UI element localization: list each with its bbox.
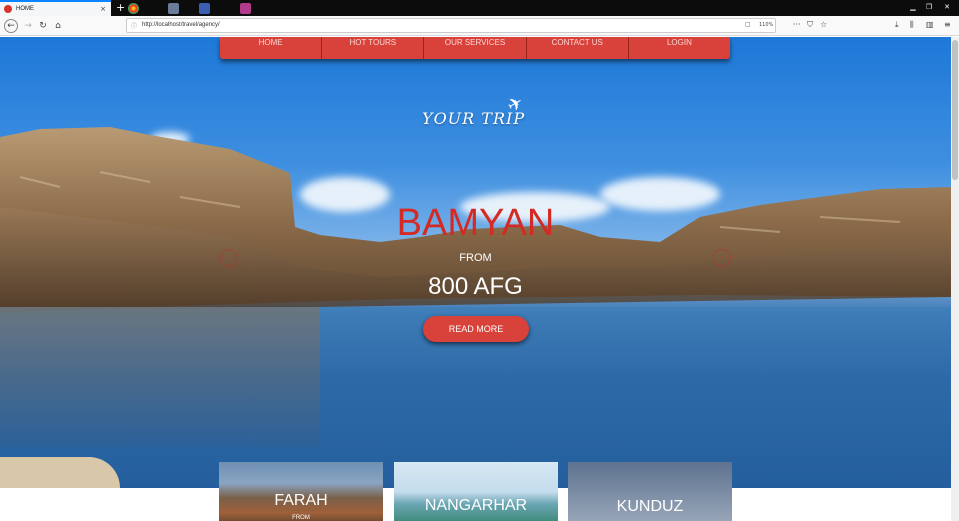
minimize-icon[interactable]: ▁ <box>906 0 920 16</box>
destination-cards: FARAH FROM NANGARHAR KUNDUZ <box>0 462 951 521</box>
document-taskbar-icon[interactable] <box>199 3 210 14</box>
card-title: KUNDUZ <box>616 498 684 515</box>
new-tab-button[interactable]: + <box>116 0 126 16</box>
bookmark-star-icon[interactable]: ☆ <box>820 20 827 29</box>
menu-item-our-services[interactable]: OUR SERVICES <box>424 37 527 59</box>
destination-card-kunduz[interactable]: KUNDUZ <box>568 462 732 521</box>
cliff-reflection <box>0 307 320 447</box>
hero-title: BAMYAN <box>396 202 555 244</box>
info-icon[interactable]: ⓘ <box>131 21 137 30</box>
hamburger-menu-icon[interactable]: ≡ <box>944 20 951 29</box>
hero-banner: ‹ › HOME HOT TOURS OUR SERVICES CONTACT … <box>0 37 951 488</box>
back-icon[interactable]: ← <box>4 19 18 33</box>
tab-title: HOME <box>16 6 34 12</box>
reload-icon[interactable]: ↻ <box>36 19 50 33</box>
hero-price: 800 AFG <box>428 273 523 300</box>
destination-card-farah[interactable]: FARAH FROM <box>219 462 383 521</box>
app-taskbar-icon[interactable] <box>168 3 179 14</box>
site-logo[interactable]: YOUR TRIP <box>422 109 525 128</box>
browser-nav-bar: ← → ↻ ⌂ ⓘ http://localhost/travel/agency… <box>0 16 959 36</box>
browser-tab-bar: HOME × + ▁ ❐ ✕ <box>0 0 959 16</box>
pocket-icon[interactable]: ⛉ <box>807 20 813 30</box>
menu-item-login[interactable]: LOGIN <box>629 37 730 59</box>
chrome-taskbar-icon[interactable] <box>128 3 139 14</box>
downloads-icon[interactable]: ⤓ <box>895 20 899 30</box>
page-viewport: ‹ › HOME HOT TOURS OUR SERVICES CONTACT … <box>0 37 951 521</box>
home-icon[interactable]: ⌂ <box>51 19 65 33</box>
window-close-icon[interactable]: ✕ <box>940 0 954 16</box>
library-icon[interactable]: ⫼ <box>910 20 914 30</box>
url-text[interactable]: http://localhost/travel/agency/ <box>142 22 220 28</box>
main-menu: HOME HOT TOURS OUR SERVICES CONTACT US L… <box>220 37 730 59</box>
forward-icon[interactable]: → <box>21 19 35 33</box>
menu-item-contact-us[interactable]: CONTACT US <box>527 37 629 59</box>
zoom-level[interactable]: 110% <box>759 22 773 28</box>
favicon-icon <box>4 5 12 13</box>
media-taskbar-icon[interactable] <box>240 3 251 14</box>
card-title: FARAH <box>274 492 328 509</box>
restore-icon[interactable]: ❐ <box>922 0 936 16</box>
sidebar-icon[interactable]: ▥ <box>926 20 934 29</box>
scrollbar-thumb[interactable] <box>952 40 958 180</box>
tab-close-icon[interactable]: × <box>100 5 106 13</box>
url-bar[interactable]: ⓘ http://localhost/travel/agency/ ▢ 110% <box>126 18 776 33</box>
destination-card-nangarhar[interactable]: NANGARHAR <box>394 462 558 521</box>
menu-item-home[interactable]: HOME <box>220 37 323 59</box>
menu-item-hot-tours[interactable]: HOT TOURS <box>322 37 425 59</box>
browser-tab[interactable]: HOME × <box>0 0 111 16</box>
read-more-button[interactable]: READ MORE <box>423 316 529 342</box>
page-actions-icon[interactable]: ··· <box>793 20 801 29</box>
card-from-label: FROM <box>292 515 310 521</box>
card-title: NANGARHAR <box>424 497 528 514</box>
hero-from-label: FROM <box>459 252 492 264</box>
reader-view-icon[interactable]: ▢ <box>745 21 751 28</box>
